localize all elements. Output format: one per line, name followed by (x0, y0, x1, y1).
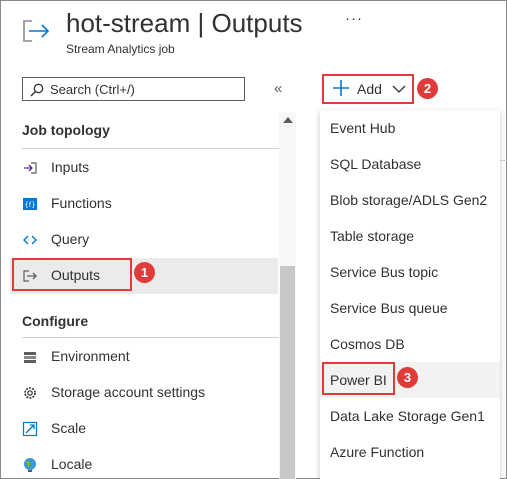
menu-item-label: Event Hub (330, 120, 396, 136)
sidebar-item-label: Query (51, 231, 90, 247)
scroll-up-arrow-icon[interactable] (283, 117, 293, 123)
sidebar-item-environment[interactable]: Environment (10, 339, 278, 375)
sidebar-item-label: Storage account settings (51, 384, 206, 400)
query-icon (23, 235, 37, 245)
callout-badge-1: 1 (134, 262, 155, 283)
section-header-job-topology: Job topology (22, 122, 110, 138)
menu-item-label: Azure Function (330, 444, 425, 460)
callout-badge-3: 3 (397, 367, 418, 388)
collapse-sidebar-button[interactable]: « (274, 80, 282, 97)
content-divider (500, 160, 507, 161)
add-output-dropdown-menu: Event Hub SQL Database Blob storage/ADLS… (320, 110, 500, 479)
section-divider (22, 148, 285, 149)
callout-badge-2: 2 (417, 78, 438, 99)
resource-name: hot-stream (66, 8, 191, 38)
menu-item-label: Data Lake Storage Gen1 (330, 408, 485, 424)
page-title: hot-stream | Outputs (66, 8, 303, 39)
menu-item-label: Table storage (330, 228, 415, 244)
menu-item-label: Service Bus queue (330, 300, 448, 316)
section-header-configure: Configure (22, 313, 89, 329)
menu-item-sql-database[interactable]: SQL Database (320, 146, 500, 182)
menu-item-label: Service Bus topic (330, 264, 439, 280)
search-input[interactable]: Search (Ctrl+/) (22, 77, 245, 101)
menu-item-label: SQL Database (330, 156, 422, 172)
callout-box-outputs (12, 258, 132, 291)
environment-icon (24, 352, 36, 363)
scale-icon (22, 421, 38, 437)
sidebar-item-label: Functions (51, 195, 112, 211)
sidebar-item-label: Locale (51, 456, 93, 472)
section-divider (22, 337, 285, 338)
globe-icon (24, 458, 36, 472)
menu-item-azure-function[interactable]: Azure Function (320, 434, 500, 470)
menu-item-data-lake-storage-gen1[interactable]: Data Lake Storage Gen1 (320, 398, 500, 434)
menu-item-event-hub[interactable]: Event Hub (320, 110, 500, 146)
stream-output-icon (23, 20, 50, 42)
sidebar-item-label: Scale (51, 420, 87, 436)
sidebar-item-locale[interactable]: Locale (10, 447, 278, 479)
sidebar-item-functions[interactable]: {f} Functions (10, 186, 278, 222)
callout-box-power-bi (322, 362, 395, 395)
menu-item-cosmos-db[interactable]: Cosmos DB (320, 326, 500, 362)
title-separator: | (197, 8, 205, 38)
resource-type-subtitle: Stream Analytics job (66, 42, 175, 56)
menu-item-label: Blob storage/ADLS Gen2 (330, 192, 488, 208)
sidebar-item-query[interactable]: Query (10, 222, 278, 258)
sidebar-item-inputs[interactable]: Inputs (10, 150, 278, 186)
menu-item-blob-storage[interactable]: Blob storage/ADLS Gen2 (320, 182, 500, 218)
sidebar-item-storage-account-settings[interactable]: Storage account settings (10, 375, 278, 411)
search-placeholder: Search (Ctrl+/) (50, 82, 135, 97)
inputs-icon (24, 162, 37, 174)
menu-item-service-bus-topic[interactable]: Service Bus topic (320, 254, 500, 290)
gear-icon (24, 387, 36, 399)
sidebar-scrollbar-thumb[interactable] (280, 266, 295, 479)
sidebar-item-label: Environment (51, 348, 130, 364)
search-icon (30, 83, 44, 97)
callout-box-add (322, 74, 414, 104)
sidebar-item-label: Inputs (51, 159, 90, 175)
more-options-button[interactable]: ··· (345, 10, 363, 27)
sidebar-item-scale[interactable]: Scale (10, 411, 278, 447)
menu-item-service-bus-queue[interactable]: Service Bus queue (320, 290, 500, 326)
svg-text:{f}: {f} (24, 201, 35, 209)
section-name: Outputs (211, 8, 303, 38)
menu-item-table-storage[interactable]: Table storage (320, 218, 500, 254)
menu-item-label: Cosmos DB (330, 336, 405, 352)
functions-icon: {f} (23, 198, 37, 210)
